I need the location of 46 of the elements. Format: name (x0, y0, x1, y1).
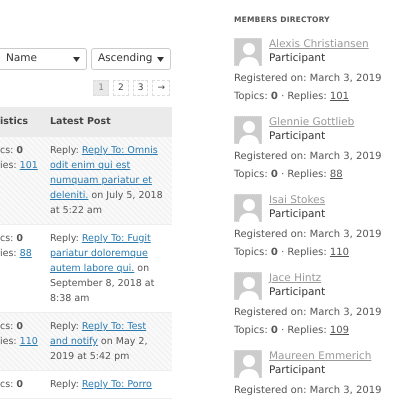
member-role: Participant (269, 129, 326, 144)
registration-date: Registered on: March 3, 2019 (234, 150, 382, 164)
reply-count-link[interactable]: 109 (330, 325, 349, 336)
topic-count: cs: 0 (0, 320, 24, 334)
member-role: Participant (269, 363, 326, 378)
member-role: Participant (269, 285, 326, 300)
member-stats: Topics: 0 · Replies: 110 (234, 246, 350, 260)
reply-count-link[interactable]: 101 (330, 91, 349, 102)
avatar-icon (234, 272, 262, 300)
latest-post-text: Reply: Reply To: Omnis odit enim qui est numquam pariatur et deleniti. on July 5, 2018 at 5:22 am (50, 144, 164, 218)
reply-count-link[interactable]: 110 (330, 247, 349, 258)
reply-count: ies: 110 (0, 335, 39, 349)
column-header: Latest Post (50, 114, 112, 129)
topic-count: cs: 0 (0, 144, 24, 158)
member-stats: Topics: 0 · Replies: 101 (234, 90, 350, 104)
page-link[interactable]: 2 (112, 80, 129, 96)
registration-date: Registered on: March 3, 2019 (234, 72, 382, 86)
avatar-icon (234, 194, 262, 222)
avatar-icon (234, 116, 262, 144)
latest-post-text: Reply: Reply To: Fugit pariatur doloremque autem labore qui. on September 8, 2018 at 8:38 am (50, 232, 156, 306)
reply-count: ies: 88 (0, 247, 33, 261)
member-role: Participant (269, 51, 326, 66)
sort-dropdown[interactable]: Name (0, 48, 87, 70)
page-link[interactable]: → (152, 80, 170, 96)
reply-count-link[interactable]: 88 (20, 248, 32, 259)
topic-count: cs: 0 (0, 232, 24, 246)
caret-icon (73, 56, 80, 62)
avatar-icon (234, 350, 262, 378)
reply-count: ies: 101 (0, 159, 39, 173)
latest-post-text: Reply: Reply To: Porro (50, 378, 153, 392)
registration-date: Registered on: March 3, 2019 (234, 384, 382, 398)
column-header: istics (0, 114, 29, 129)
latest-post-text: Reply: Reply To: Test and notify on May 2, 2019 at 5:42 pm (50, 320, 148, 364)
reply-count-link[interactable]: 110 (20, 336, 38, 347)
page-link[interactable]: 3 (132, 80, 148, 96)
caret-icon (157, 56, 164, 62)
sort-dropdown[interactable]: Ascending (91, 48, 171, 70)
registration-date: Registered on: March 3, 2019 (234, 306, 382, 320)
avatar-icon (234, 38, 262, 66)
topic-count: cs: 0 (0, 378, 24, 392)
reply-count-link[interactable]: 88 (330, 169, 343, 180)
reply-count-link[interactable]: 101 (20, 160, 38, 171)
registration-date: Registered on: March 3, 2019 (234, 228, 382, 242)
member-role: Participant (269, 207, 326, 222)
member-stats: Topics: 0 · Replies: 109 (234, 324, 350, 338)
member-stats: Topics: 0 · Replies: 88 (234, 168, 344, 182)
